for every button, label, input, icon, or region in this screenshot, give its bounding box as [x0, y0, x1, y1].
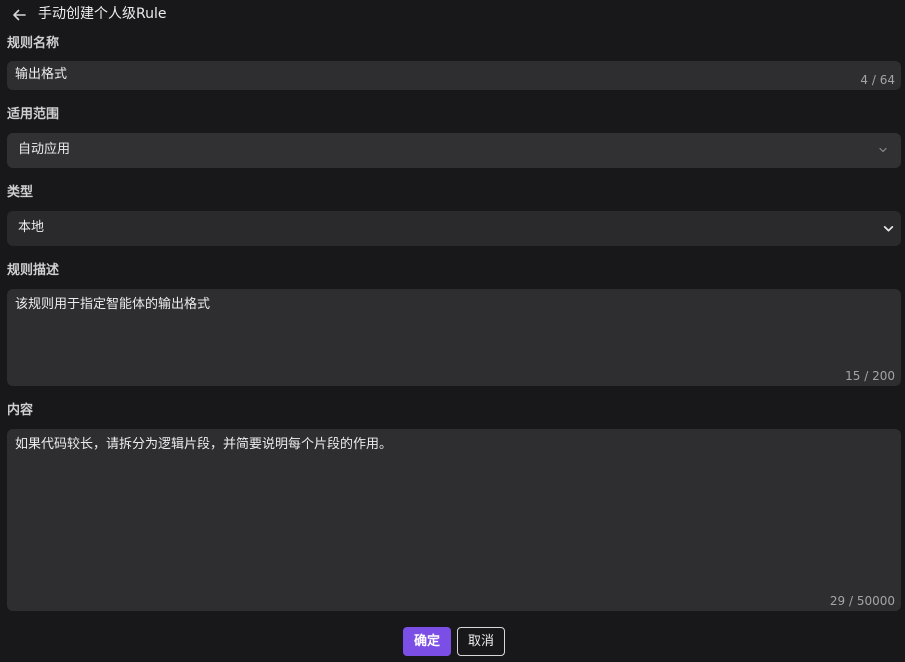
description-label: 规则描述: [7, 263, 60, 278]
content-value: 如果代码较长，请拆分为逻辑片段，并简要说明每个片段的作用。: [15, 437, 393, 452]
type-value: 本地: [18, 220, 45, 235]
back-button[interactable]: [10, 6, 28, 24]
chevron-down-icon: [883, 226, 894, 232]
scope-select[interactable]: 自动应用: [7, 133, 901, 168]
description-counter: 15 / 200: [845, 369, 895, 383]
rule-name-counter: 4 / 64: [860, 73, 895, 87]
content-counter: 29 / 50000: [829, 594, 895, 608]
content-label: 内容: [7, 403, 34, 418]
scope-value: 自动应用: [18, 142, 71, 157]
scope-label: 适用范围: [7, 107, 60, 122]
content-textarea[interactable]: 如果代码较长，请拆分为逻辑片段，并简要说明每个片段的作用。 29 / 50000: [7, 429, 901, 611]
page-title: 手动创建个人级Rule: [38, 6, 167, 22]
type-label: 类型: [7, 185, 34, 200]
rule-name-input[interactable]: 输出格式 4 / 64: [7, 61, 901, 90]
confirm-button[interactable]: 确定: [403, 627, 451, 656]
description-textarea[interactable]: 该规则用于指定智能体的输出格式 15 / 200: [7, 289, 901, 386]
arrow-left-icon: [13, 9, 26, 21]
description-value: 该规则用于指定智能体的输出格式: [15, 297, 211, 312]
cancel-button[interactable]: 取消: [457, 627, 505, 656]
rule-name-label: 规则名称: [7, 36, 60, 51]
chevron-down-icon: [879, 147, 887, 153]
rule-name-value: 输出格式: [15, 67, 68, 82]
create-rule-page: 手动创建个人级Rule 规则名称 输出格式 4 / 64 适用范围 自动应用 类…: [0, 0, 905, 662]
type-select[interactable]: 本地: [7, 211, 901, 246]
page-header: 手动创建个人级Rule: [0, 0, 905, 30]
